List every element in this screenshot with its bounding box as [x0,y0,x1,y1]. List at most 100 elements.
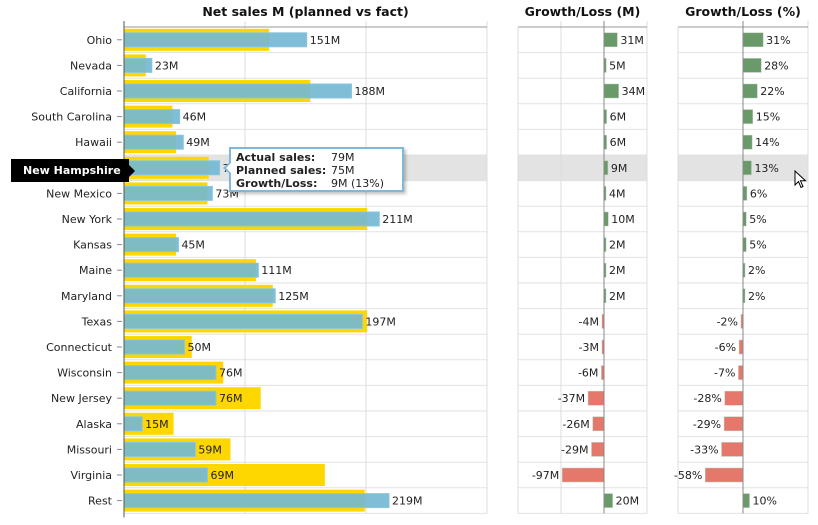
category-label: Missouri [67,443,112,456]
loss-bar [724,390,744,406]
actual-bar [123,365,217,381]
category-label: South Carolina [31,111,112,124]
data-label: 9M [611,162,628,175]
data-label: 20M [616,495,640,508]
category-label: New Jersey [51,392,113,405]
data-label: 46M [183,111,207,124]
data-label: 151M [310,34,341,47]
growth-bar [603,32,618,48]
tooltip-key: Actual sales: [236,151,316,164]
data-label: 15% [756,111,780,124]
actual-bar [123,57,153,73]
data-label: 6M [610,111,627,124]
tooltip-row-actual: Actual sales: 79M [236,151,402,164]
data-label: -7% [714,367,735,380]
actual-bar [123,339,185,355]
growth-bar [742,134,753,150]
actual-bar [123,313,363,329]
data-label: -4M [579,315,599,328]
data-label: 188M [354,85,385,98]
category-label: Virginia [71,469,112,482]
loss-bar [592,416,605,432]
data-label: 2M [609,264,626,277]
data-label: 2% [748,264,765,277]
category-label: Maryland [61,290,112,303]
data-label: 50M [188,341,212,354]
data-label: -29% [693,418,721,431]
growth-bar [742,83,758,99]
mouse-cursor-icon [794,170,807,189]
chart-svg: Ohio 151M Nevada 23M California 188M South Car… [31,21,809,518]
tooltip-value: 9M (13%) [331,177,385,190]
data-label: -3M [579,341,599,354]
category-label: California [60,85,112,98]
data-label: 31% [766,34,790,47]
category-label: Connecticut [46,341,113,354]
data-label: -26M [562,418,589,431]
loss-bar [591,442,605,457]
loss-bar [721,442,744,457]
data-label: 197M [365,315,396,328]
data-label: 69M [210,469,234,482]
data-label: 5M [609,59,626,72]
actual-bar [123,237,179,253]
data-label: -2% [717,315,738,328]
actual-bar [123,262,259,278]
data-label: 6M [610,136,627,149]
data-label: 13% [754,162,778,175]
data-label: 211M [382,213,413,226]
highlight-band [518,155,647,181]
loss-bar [705,467,744,483]
category-label: Maine [79,264,112,277]
tooltip-key: Planned sales: [236,164,327,177]
data-label: -6M [578,367,598,380]
data-label: 14% [755,136,779,149]
category-label: Kansas [73,239,112,252]
actual-bar [123,109,181,125]
data-label: 2M [609,239,626,252]
data-label: 111M [261,264,292,277]
growth-bar [742,493,750,508]
category-label: Alaska [76,418,112,431]
data-label: 15M [145,418,169,431]
loss-bar [738,339,744,355]
actual-bar [123,467,208,483]
highlighted-category-label: New Hampshire [11,159,135,182]
data-label: 6% [750,187,767,200]
category-label: New York [62,213,113,226]
actual-bar [123,493,390,509]
data-label: 34M [622,85,646,98]
actual-bar [123,390,217,406]
data-label: 2M [609,290,626,303]
data-label: -6% [715,341,736,354]
growth-bar [603,493,613,508]
actual-bar [123,288,276,304]
actual-bar [123,83,352,99]
growth-bar [603,160,609,176]
growth-bar [603,211,609,227]
data-label: -33% [690,443,718,456]
data-label: 22% [760,85,784,98]
growth-bar [742,32,764,48]
data-label: -37M [558,392,585,405]
tooltip-key: Growth/Loss: [236,177,318,190]
data-label: 219M [392,495,423,508]
growth-bar [742,109,753,124]
data-label: 76M [219,367,243,380]
data-label: 28% [764,59,788,72]
growth-bar [742,186,748,201]
data-label: 31M [620,34,644,47]
category-label: Rest [88,495,113,508]
data-label: -29M [561,443,588,456]
data-label: 10M [611,213,635,226]
data-label: -97M [532,469,559,482]
actual-bar [123,211,380,227]
data-label: 5% [749,239,766,252]
data-label: 76M [219,392,243,405]
category-label: Ohio [87,34,113,47]
category-label: Texas [81,315,113,328]
actual-bar [123,441,196,457]
data-label: -28% [693,392,721,405]
data-label: 23M [155,59,179,72]
loss-bar [587,390,605,406]
